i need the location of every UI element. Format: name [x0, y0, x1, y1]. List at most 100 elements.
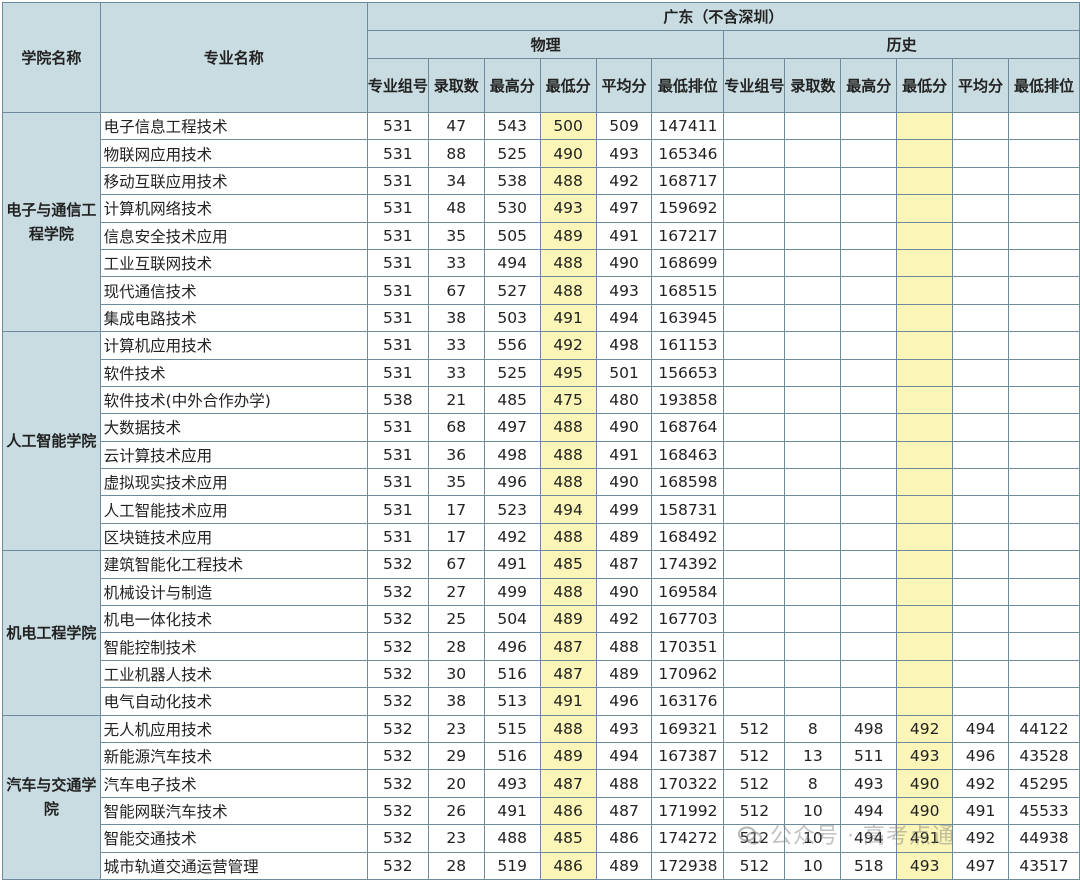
physics-count-cell: 88	[427, 139, 485, 168]
major-name: 建筑智能化工程技术	[99, 550, 368, 579]
table-row: 智能交通技术 532 23 488 485 486 174272 512 10 494 491 492…	[3, 824, 1080, 853]
college-name: 电子与通信工程学院	[2, 111, 101, 333]
physics-avg-cell: 497	[595, 194, 653, 223]
header-college: 学院名称	[2, 2, 101, 113]
physics-count-cell: 21	[427, 385, 485, 415]
table-row: 汽车与交通学院 无人机应用技术 532 23 515 488 493 169321 512 8 49…	[2, 714, 1080, 880]
physics-max-cell: 504	[483, 605, 541, 634]
major-name: 大数据技术	[99, 413, 368, 442]
major-name: 智能网联汽车技术	[99, 796, 368, 826]
physics-avg-cell: 492	[595, 166, 653, 196]
history-max-cell	[840, 358, 898, 387]
history-avg-cell	[952, 468, 1009, 497]
physics-count-cell: 47	[427, 111, 485, 141]
history-avg-cell	[952, 331, 1009, 360]
physics-max-cell: 496	[483, 468, 541, 497]
physics-count-cell: 68	[427, 413, 485, 442]
history-group-cell	[723, 659, 786, 689]
physics-rank-cell: 174272	[651, 824, 725, 853]
history-rank-cell	[1008, 166, 1080, 196]
history-group-cell	[723, 687, 786, 716]
history-count-cell	[784, 111, 842, 141]
physics-avg-cell: 501	[595, 358, 653, 387]
physics-min-cell: 488	[539, 714, 597, 743]
physics-min-cell: 488	[539, 166, 597, 196]
physics-count-cell: 23	[427, 714, 485, 743]
history-max-cell	[840, 522, 898, 552]
physics-min-cell: 489	[539, 605, 597, 634]
history-group-cell	[723, 413, 786, 442]
history-min-cell	[896, 111, 954, 141]
physics-avg-cell: 498	[595, 331, 653, 360]
history-max-cell	[840, 413, 898, 442]
physics-max-cell: 498	[483, 440, 541, 470]
physics-count-cell: 38	[427, 687, 485, 716]
history-avg-cell	[952, 577, 1009, 607]
major-name: 现代通信技术	[99, 276, 368, 305]
history-max-cell	[840, 331, 898, 360]
physics-count-cell: 48	[427, 194, 485, 223]
history-rank-cell	[1008, 111, 1080, 141]
history-group-cell	[723, 577, 786, 607]
header-physics-count: 录取数	[427, 58, 485, 113]
history-min-cell: 491	[896, 824, 954, 853]
history-rank-cell	[1008, 194, 1080, 223]
physics-avg-cell: 480	[595, 385, 653, 415]
history-rank-cell	[1008, 468, 1080, 497]
admission-score-table: 学院名称 专业名称 广东（不含深圳） 物理 历史 专业组号 录取数 最高分 最低…	[2, 2, 1080, 880]
history-max-cell	[840, 221, 898, 250]
physics-rank-cell: 168492	[651, 522, 725, 552]
physics-max-cell: 525	[483, 139, 541, 168]
history-rank-cell	[1008, 385, 1080, 415]
physics-rank-cell: 193858	[651, 385, 725, 415]
physics-max-cell: 494	[483, 248, 541, 278]
physics-min-cell: 494	[539, 495, 597, 524]
physics-max-cell: 525	[483, 358, 541, 387]
history-avg-cell: 492	[952, 769, 1009, 798]
physics-max-cell: 515	[483, 714, 541, 743]
physics-group-cell: 531	[366, 413, 429, 442]
physics-max-cell: 519	[483, 851, 541, 880]
physics-group-cell: 531	[366, 166, 429, 196]
physics-max-cell: 485	[483, 385, 541, 415]
table-row: 人工智能技术应用 531 17 523 494 499 158731	[3, 495, 1080, 524]
history-group-cell	[723, 468, 786, 497]
table-row: 移动互联应用技术 531 34 538 488 492 168717	[3, 166, 1080, 196]
history-max-cell	[840, 194, 898, 223]
physics-rank-cell: 168717	[651, 166, 725, 196]
history-max-cell	[840, 687, 898, 716]
history-group-cell	[723, 221, 786, 250]
physics-avg-cell: 493	[595, 714, 653, 743]
physics-rank-cell: 168515	[651, 276, 725, 305]
physics-avg-cell: 489	[595, 522, 653, 552]
physics-rank-cell: 156653	[651, 358, 725, 387]
history-count-cell: 10	[784, 796, 842, 826]
history-group-cell: 512	[723, 714, 786, 743]
physics-avg-cell: 493	[595, 276, 653, 305]
physics-count-cell: 34	[427, 166, 485, 196]
history-rank-cell: 45295	[1008, 769, 1080, 798]
physics-min-cell: 487	[539, 659, 597, 689]
physics-rank-cell: 165346	[651, 139, 725, 168]
physics-count-cell: 20	[427, 769, 485, 798]
history-min-cell	[896, 605, 954, 634]
physics-max-cell: 530	[483, 194, 541, 223]
physics-rank-cell: 167703	[651, 605, 725, 634]
history-min-cell	[896, 221, 954, 250]
history-avg-cell	[952, 687, 1009, 716]
college-name: 人工智能学院	[2, 331, 101, 552]
history-max-cell: 511	[840, 741, 898, 771]
history-rank-cell	[1008, 358, 1080, 387]
physics-group-cell: 531	[366, 248, 429, 278]
physics-count-cell: 33	[427, 358, 485, 387]
history-rank-cell	[1008, 577, 1080, 607]
major-name: 人工智能技术应用	[99, 495, 368, 524]
table-row: 智能网联汽车技术 532 26 491 486 487 171992 512 10 494 490 4…	[3, 796, 1080, 826]
history-max-cell	[840, 495, 898, 524]
physics-max-cell: 505	[483, 221, 541, 250]
history-count-cell	[784, 385, 842, 415]
history-group-cell	[723, 550, 786, 579]
physics-avg-cell: 488	[595, 769, 653, 798]
history-count-cell	[784, 413, 842, 442]
physics-min-cell: 488	[539, 276, 597, 305]
